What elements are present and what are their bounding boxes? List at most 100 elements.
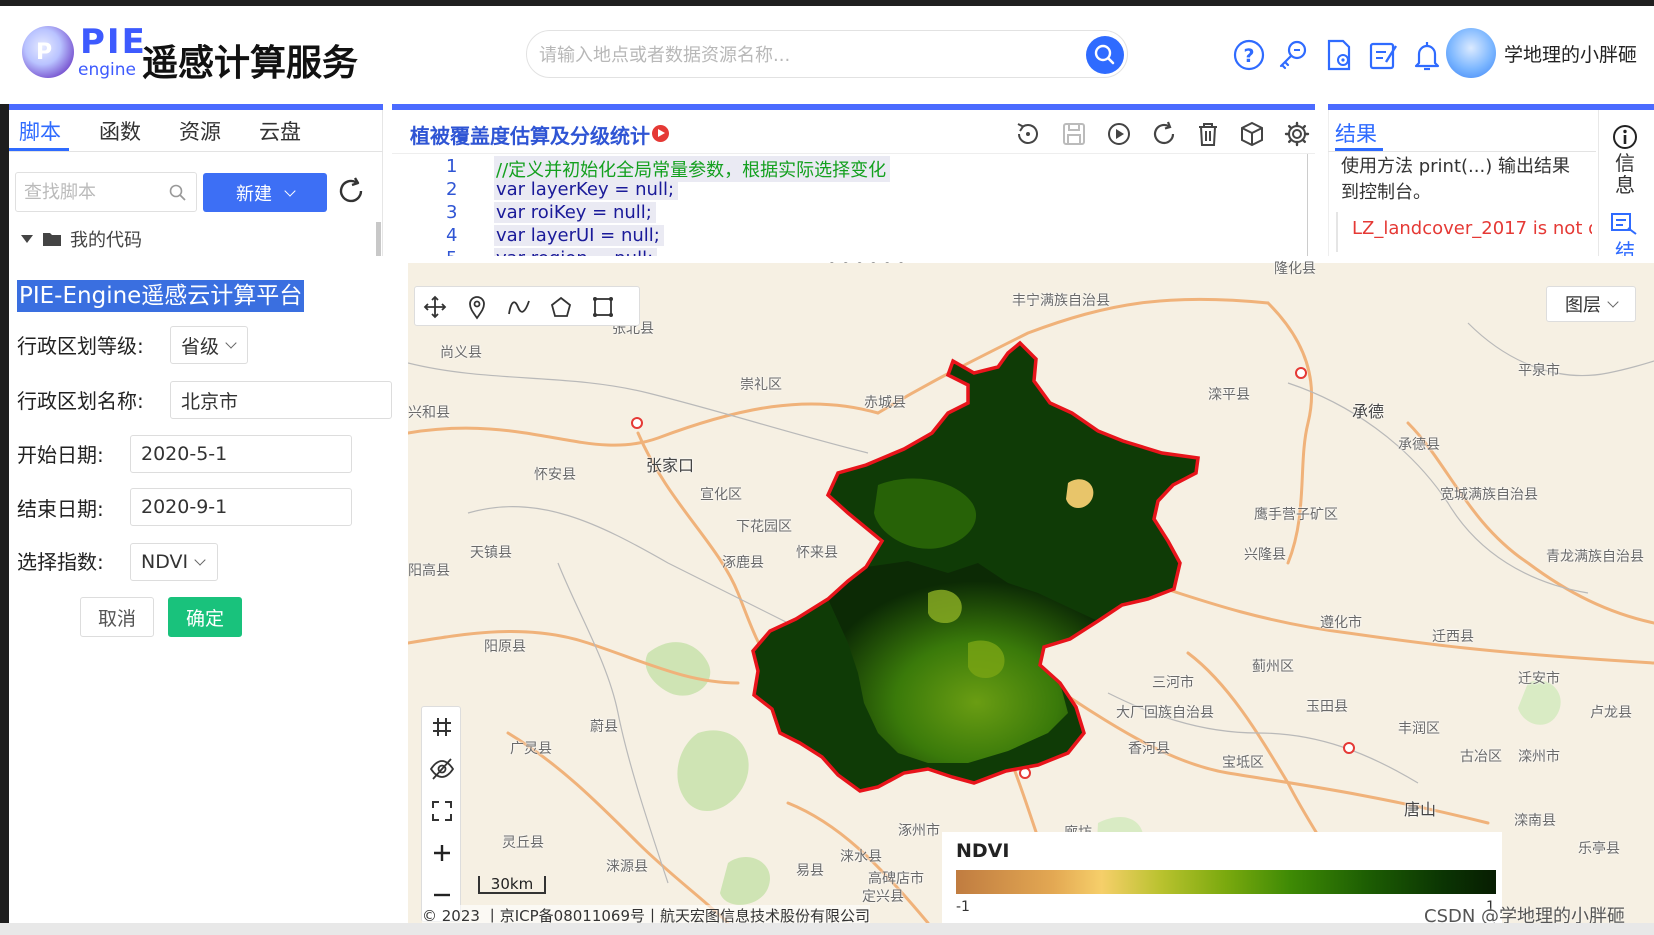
cancel-button[interactable]: 取消: [80, 597, 154, 637]
map-label: 迁西县: [1432, 629, 1474, 645]
logo-pie-text: PIE: [80, 22, 147, 62]
info-icon[interactable]: [1612, 124, 1638, 150]
document-settings-icon[interactable]: [1322, 38, 1356, 72]
search-button[interactable]: [1086, 36, 1124, 74]
package-icon[interactable]: [1238, 120, 1266, 148]
end-date-input[interactable]: 2020-9-1: [130, 488, 352, 526]
map-label: 涿州市: [898, 823, 940, 839]
map-label: 兴和县: [408, 405, 450, 421]
index-label: 选择指数:: [17, 550, 104, 574]
left-panel-scrollbar[interactable]: [376, 222, 381, 256]
tree-folder-my-code[interactable]: 我的代码: [20, 226, 142, 252]
admin-level-select[interactable]: 省级: [170, 326, 248, 364]
result-list-icon[interactable]: [1610, 212, 1638, 236]
avatar[interactable]: [1446, 28, 1496, 78]
admin-name-label: 行政区划名称:: [17, 389, 144, 413]
help-icon[interactable]: ?: [1232, 38, 1266, 72]
run-icon[interactable]: [1105, 120, 1133, 148]
map-label: 香河县: [1128, 741, 1170, 757]
map-label: 宣化区: [700, 487, 742, 503]
map-label: 易县: [796, 863, 824, 879]
end-date-label: 结束日期:: [17, 497, 104, 521]
map-label: 鹰手营子矿区: [1254, 507, 1338, 523]
polyline-icon[interactable]: [505, 293, 533, 321]
map-label: 宽城满族自治县: [1440, 487, 1538, 503]
refresh-icon[interactable]: [336, 176, 366, 206]
editor-scrollbar[interactable]: [1307, 154, 1315, 256]
code-text[interactable]: var layerUI = null;: [494, 225, 664, 246]
map-label: 滦南县: [1514, 813, 1556, 829]
index-select[interactable]: NDVI: [130, 543, 218, 581]
code-area[interactable]: 1 //定义并初始化全局常量参数，根据实际选择变化 2 var layerKey…: [392, 154, 1310, 256]
admin-name-value: 北京市: [181, 390, 239, 413]
global-search-input[interactable]: [539, 39, 1059, 71]
map-label: 遵化市: [1320, 615, 1362, 631]
polygon-icon[interactable]: [547, 293, 575, 321]
fullscreen-icon[interactable]: [428, 797, 456, 825]
map-label: 张家口: [646, 456, 695, 475]
tab-cloud-drive[interactable]: 云盘: [259, 116, 301, 146]
settings-icon[interactable]: [1283, 120, 1311, 148]
chevron-down-icon: [225, 337, 237, 349]
marker-icon[interactable]: [463, 293, 491, 321]
map-control-stack: [421, 706, 461, 922]
window-left-edge: [0, 0, 9, 935]
map-label: 高碑店市: [868, 871, 924, 887]
hide-layers-icon[interactable]: [428, 755, 456, 783]
map-label: 唐山: [1404, 800, 1437, 819]
console-hint: 使用方法 print(...) 输出结果到控制台。: [1341, 156, 1570, 203]
map-label: 乐亭县: [1578, 841, 1620, 857]
basemap: [408, 297, 1654, 923]
map-label: 迁安市: [1518, 671, 1560, 687]
zoom-in-icon[interactable]: [428, 839, 456, 867]
save-icon[interactable]: [1060, 120, 1088, 148]
form-title: PIE-Engine遥感云计算平台: [17, 280, 305, 312]
result-rail-label[interactable]: 结: [1613, 240, 1637, 256]
script-title: 植被覆盖度估算及分级统计: [410, 124, 650, 148]
legend-min: -1: [956, 899, 970, 915]
tab-functions[interactable]: 函数: [99, 116, 141, 146]
map-label: 古冶区: [1460, 749, 1502, 765]
search-icon[interactable]: [168, 183, 188, 203]
code-text[interactable]: var roiKey = null;: [494, 202, 656, 223]
global-search: [526, 30, 1128, 78]
grid-icon[interactable]: [428, 713, 456, 741]
layers-button[interactable]: 图层: [1546, 286, 1636, 322]
tabs-divider: [9, 151, 383, 152]
scale-bar: 30km: [478, 876, 546, 894]
play-badge-icon[interactable]: [652, 125, 669, 142]
refresh-icon[interactable]: [1150, 120, 1178, 148]
pan-icon[interactable]: [421, 293, 449, 321]
script-search-input[interactable]: [24, 179, 164, 205]
delete-icon[interactable]: [1194, 120, 1222, 148]
layers-label: 图层: [1565, 295, 1601, 316]
code-text[interactable]: var region = null;: [494, 248, 658, 256]
tab-scripts[interactable]: 脚本: [19, 116, 61, 146]
map-label: 广灵县: [510, 741, 552, 757]
map-label: 怀安县: [534, 467, 576, 483]
bell-icon[interactable]: [1410, 38, 1444, 72]
admin-level-value: 省级: [181, 335, 220, 358]
reset-icon[interactable]: [1014, 120, 1042, 148]
confirm-button[interactable]: 确定: [168, 597, 242, 637]
new-script-button[interactable]: 新建: [203, 173, 327, 212]
map-view[interactable]: [408, 263, 1654, 923]
info-rail-label[interactable]: 信息: [1613, 152, 1637, 196]
map-label: 青龙满族自治县: [1546, 549, 1644, 565]
code-text[interactable]: var layerKey = null;: [494, 179, 679, 200]
map-label: 平泉市: [1518, 363, 1560, 379]
line-number: 5: [446, 248, 474, 256]
rectangle-icon[interactable]: [589, 293, 617, 321]
tab-results[interactable]: 结果: [1335, 118, 1377, 148]
map-label: 涿鹿县: [722, 555, 764, 571]
edit-note-icon[interactable]: [1366, 38, 1400, 72]
admin-name-input[interactable]: 北京市: [170, 381, 392, 419]
console-error-message[interactable]: LZ_landcover_2017 is not d: [1336, 212, 1592, 252]
tree-folder-label: 我的代码: [70, 230, 142, 251]
start-date-input[interactable]: 2020-5-1: [130, 435, 352, 473]
api-key-icon[interactable]: [1276, 38, 1310, 72]
tab-resources[interactable]: 资源: [179, 116, 221, 146]
username[interactable]: 学地理的小胖砸: [1504, 40, 1637, 67]
code-line: 1 //定义并初始化全局常量参数，根据实际选择变化: [392, 156, 1310, 182]
map-label: 丰宁满族自治县: [1012, 293, 1110, 309]
